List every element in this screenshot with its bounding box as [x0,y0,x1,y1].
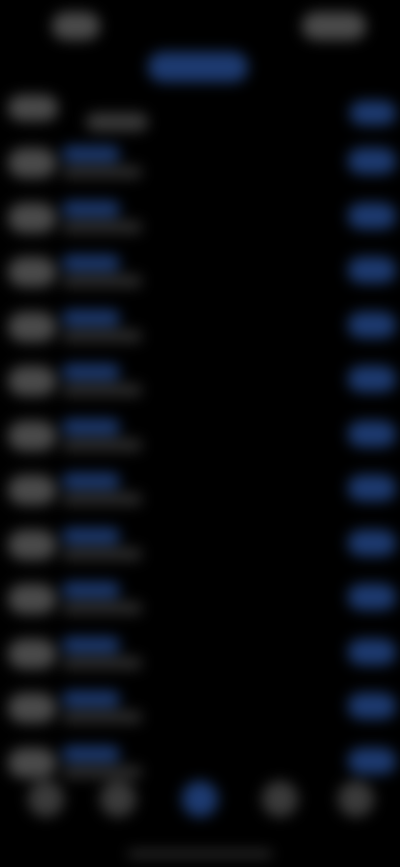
list-item-title [62,146,120,162]
list-item[interactable] [0,518,400,573]
tab-icon-1[interactable] [28,781,64,817]
column-header-right[interactable] [350,101,396,125]
list-item-value[interactable] [348,747,396,774]
list-item-value[interactable] [348,420,396,447]
avatar [8,148,56,178]
home-indicator[interactable] [128,851,272,857]
list-item-value[interactable] [348,202,396,229]
list-item-title [62,255,120,271]
list-item-title [62,691,120,707]
list-item-value[interactable] [348,257,396,283]
list-item-value[interactable] [348,638,396,665]
column-header-left [8,95,58,121]
list [0,136,400,790]
list-item-value[interactable] [348,584,396,610]
list-item[interactable] [0,572,400,627]
list-item[interactable] [0,300,400,355]
list-item[interactable] [0,681,400,736]
avatar [8,420,56,451]
list-item[interactable] [0,136,400,191]
list-item[interactable] [0,463,400,518]
list-item-value[interactable] [348,311,396,338]
list-item[interactable] [0,354,400,409]
list-item-subtitle [62,275,142,287]
list-item-subtitle [62,329,142,342]
list-item-subtitle [62,493,142,505]
status-time [52,12,100,40]
avatar [8,257,56,287]
list-item-subtitle [62,602,142,614]
list-item-subtitle [62,166,142,178]
list-item-subtitle [62,711,142,723]
list-item-value[interactable] [348,148,396,174]
list-item-value[interactable] [348,693,396,719]
list-item[interactable] [0,245,400,300]
list-item[interactable] [0,627,400,682]
avatar [8,584,56,614]
status-indicators [302,12,366,40]
list-item[interactable] [0,409,400,464]
list-item-title [62,745,120,762]
avatar [8,475,56,505]
list-item-subtitle [62,656,142,669]
tab-icon-4[interactable] [262,781,298,817]
avatar [8,366,56,396]
list-item-title [62,200,120,217]
list-item-title [62,582,120,598]
avatar [8,747,56,778]
list-item-subtitle [62,384,142,396]
list-item-title [62,364,120,380]
list-item-subtitle [62,547,142,560]
list-item-subtitle [62,220,142,233]
list-item-title [62,418,120,435]
tab-icon-3[interactable] [182,781,218,817]
tab-bar [0,777,400,867]
tab-icon-2[interactable] [100,781,136,817]
list-item-subtitle [62,438,142,451]
list-item-title [62,527,120,544]
avatar [8,529,56,560]
list-item[interactable] [0,191,400,246]
list-item-title [62,309,120,326]
list-item-title [62,473,120,489]
list-item-title [62,636,120,653]
page-title[interactable] [148,52,248,82]
list-item-value[interactable] [348,475,396,501]
column-header-middle [86,113,148,131]
avatar [8,693,56,723]
avatar [8,638,56,669]
avatar [8,202,56,233]
tab-icon-5[interactable] [338,781,374,817]
list-item-value[interactable] [348,529,396,556]
list-item-subtitle [62,765,142,778]
list-item-value[interactable] [348,366,396,392]
avatar [8,311,56,342]
